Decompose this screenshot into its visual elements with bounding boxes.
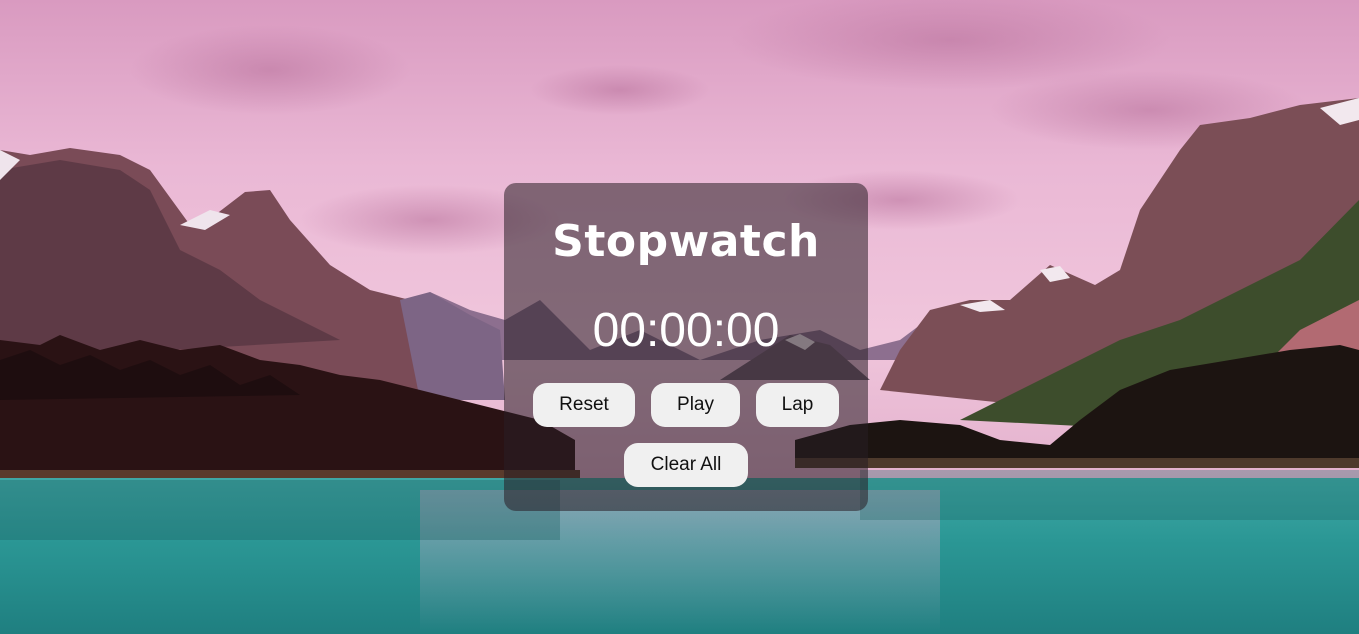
page-title: Stopwatch (552, 216, 820, 267)
lap-button[interactable]: Lap (756, 383, 839, 427)
clear-all-button[interactable]: Clear All (624, 443, 748, 487)
app-root: Stopwatch 00:00:00 Reset Play Lap Clear … (0, 0, 1359, 634)
reset-button[interactable]: Reset (533, 383, 635, 427)
stopwatch-card: Stopwatch 00:00:00 Reset Play Lap Clear … (504, 183, 868, 511)
play-button[interactable]: Play (651, 383, 740, 427)
time-display: 00:00:00 (592, 304, 780, 357)
